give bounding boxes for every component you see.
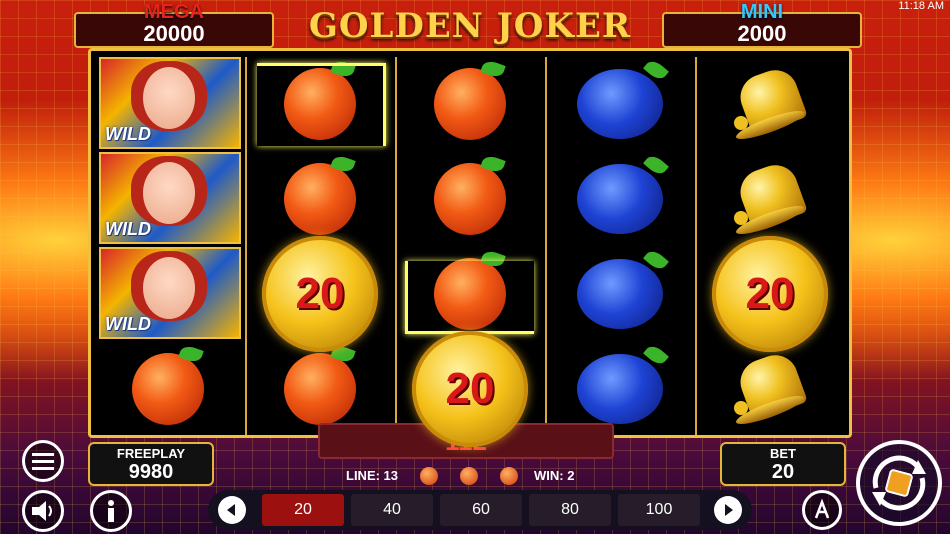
coin-value: 20 — [412, 331, 528, 447]
reel-4 — [545, 57, 693, 435]
bet-option[interactable]: 80 — [529, 494, 611, 526]
plum-icon — [577, 247, 669, 329]
info-button[interactable] — [90, 490, 132, 532]
mini-jackpot-value: 2000 — [737, 21, 787, 46]
orange-icon — [434, 58, 506, 140]
sound-button[interactable] — [22, 490, 64, 532]
speaker-icon — [32, 501, 52, 521]
bet-panel: BET 20 — [720, 442, 846, 486]
bet-value: 20 — [771, 461, 795, 483]
hamburger-icon — [32, 453, 54, 470]
arrow-left-icon — [227, 504, 235, 516]
bell-symbol — [697, 57, 843, 151]
bell-symbol — [697, 152, 843, 246]
bell-icon — [730, 348, 810, 429]
payline-highlight — [257, 63, 386, 146]
win-label: WIN: 2 — [534, 468, 575, 483]
arrow-right-icon — [725, 504, 733, 516]
coin-value: 20 — [262, 236, 378, 352]
wild-label: WILD — [105, 124, 151, 144]
bet-label: BET — [770, 446, 796, 461]
orange-symbol — [247, 342, 393, 436]
plum-symbol — [547, 247, 693, 341]
status-time: 11:18 AM — [898, 0, 944, 12]
payline-highlight — [405, 261, 534, 334]
reel-3: 20 — [395, 57, 543, 447]
plum-icon — [577, 152, 669, 234]
orange-icon — [284, 343, 356, 425]
orange-icon — [284, 153, 356, 235]
bell-icon — [730, 158, 810, 239]
freeplay-panel: FREEPLAY 9980 — [88, 442, 214, 486]
orange-icon — [420, 467, 438, 485]
bet-option[interactable]: 60 — [440, 494, 522, 526]
plum-icon — [577, 342, 669, 424]
wild-joker-symbol: WILD — [99, 152, 241, 244]
reel-frame: WILD WILD WILD 20 20 20 — [88, 48, 852, 447]
orange-symbol — [95, 342, 241, 436]
orange-icon — [460, 467, 478, 485]
orange-symbol — [397, 57, 543, 151]
orange-symbol — [397, 152, 543, 246]
freeplay-label: FREEPLAY — [116, 446, 186, 461]
info-icon — [108, 500, 114, 522]
menu-button[interactable] — [22, 440, 64, 482]
coin-symbol: 20 — [397, 331, 543, 447]
coin-symbol: 20 — [247, 236, 393, 352]
mega-jackpot-value: 20000 — [143, 21, 205, 46]
bet-option[interactable]: 100 — [618, 494, 700, 526]
reel-1: WILD WILD WILD — [95, 57, 241, 435]
wild-joker-symbol: WILD — [99, 247, 241, 339]
bell-symbol — [697, 342, 843, 436]
autoplay-icon — [814, 498, 830, 519]
mini-jackpot-panel: MINI 2000 — [662, 1, 862, 48]
wild-joker-symbol: WILD — [99, 57, 241, 149]
autoplay-button[interactable] — [802, 490, 842, 530]
orange-icon — [500, 467, 518, 485]
bet-selector: 20 40 60 80 100 — [208, 490, 752, 530]
freeplay-value: 9980 — [128, 461, 174, 483]
bet-option[interactable]: 20 — [262, 494, 344, 526]
joker-face — [143, 67, 195, 129]
plum-symbol — [547, 152, 693, 246]
orange-icon — [132, 343, 204, 425]
spin-icon — [872, 455, 926, 511]
wild-label: WILD — [105, 219, 151, 239]
spin-button[interactable] — [856, 440, 942, 526]
plum-symbol — [547, 57, 693, 151]
line-info-bar: LINE: 13 WIN: 2 — [330, 466, 610, 486]
bet-decrease-button[interactable] — [218, 496, 246, 524]
mega-jackpot-panel: MEGA 20000 — [74, 1, 274, 48]
plum-icon — [577, 57, 669, 139]
joker-face — [143, 257, 195, 319]
line-label: LINE: 13 — [346, 468, 399, 483]
orange-icon — [434, 153, 506, 235]
coin-value: 20 — [712, 236, 828, 352]
game-title: GOLDEN JOKER 100 — [308, 6, 632, 86]
wild-label: WILD — [105, 314, 151, 334]
bet-option[interactable]: 40 — [351, 494, 433, 526]
coin-symbol: 20 — [697, 236, 843, 352]
reel-5: 20 — [695, 57, 843, 435]
bet-increase-button[interactable] — [714, 496, 742, 524]
orange-symbol — [247, 152, 393, 246]
plum-symbol — [547, 342, 693, 436]
bell-icon — [730, 63, 810, 144]
joker-face — [143, 162, 195, 224]
